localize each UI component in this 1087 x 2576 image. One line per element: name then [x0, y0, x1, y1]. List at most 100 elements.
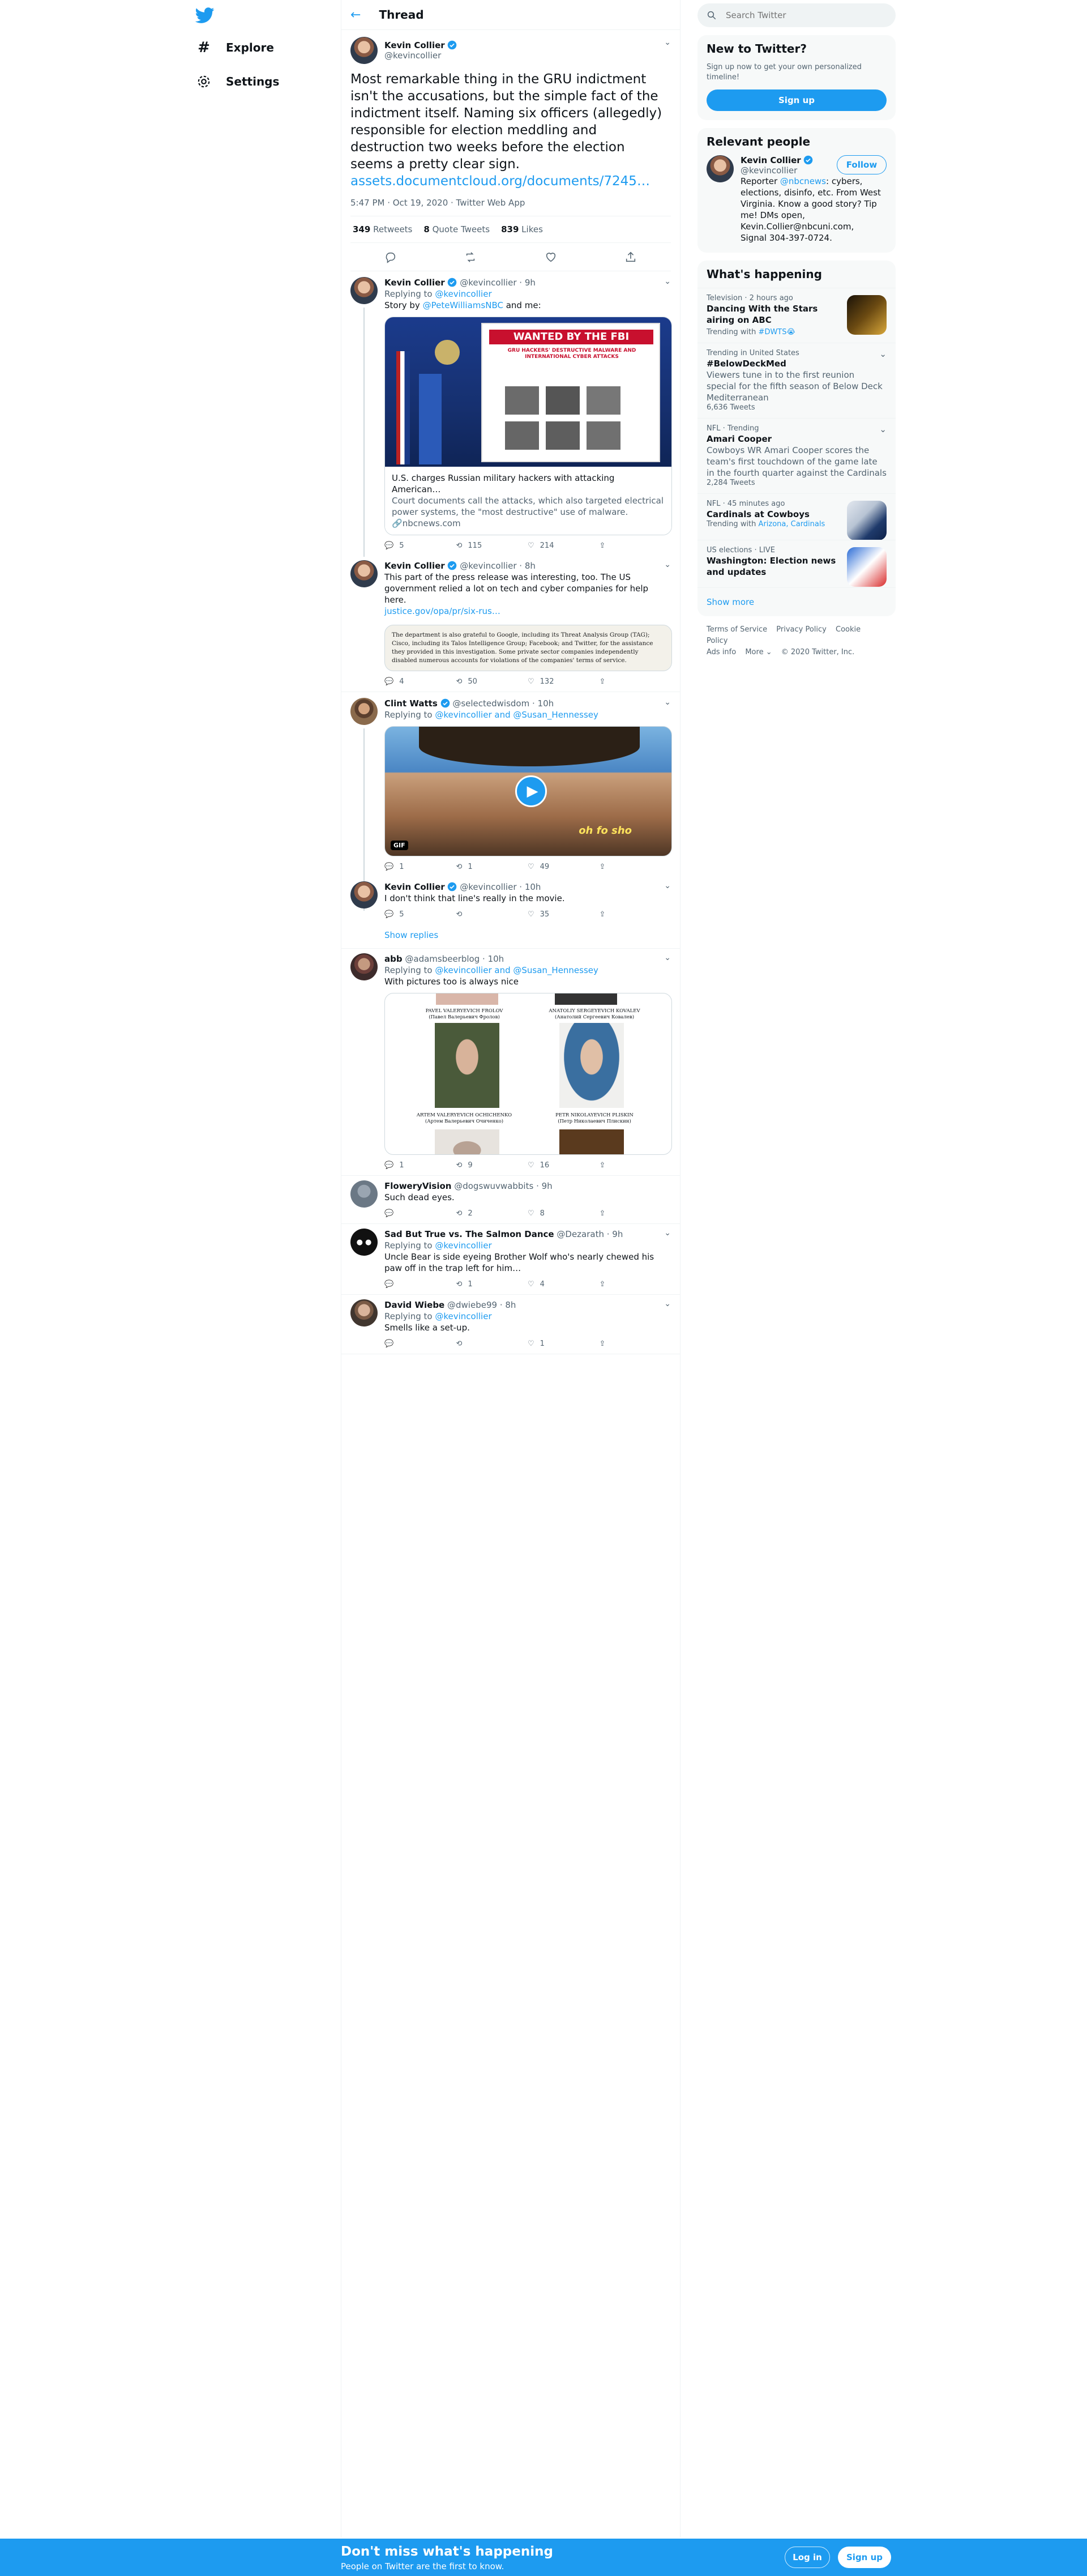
share-action[interactable]: ⇪: [600, 1340, 671, 1348]
footer-more-link[interactable]: More ⌄: [745, 648, 772, 656]
bio-mention[interactable]: @nbcnews: [780, 176, 826, 186]
reply-tweet[interactable]: ⌄ Kevin Collier @kevincollier · 8h This …: [341, 556, 680, 692]
author-handle[interactable]: @kevincollier: [384, 50, 457, 61]
chevron-down-icon[interactable]: ⌄: [664, 38, 671, 47]
chevron-down-icon[interactable]: ⌄: [664, 277, 671, 286]
like-action[interactable]: ♡ 4: [528, 1280, 600, 1289]
chevron-down-icon[interactable]: ⌄: [664, 698, 671, 707]
retweet-action[interactable]: ⟲ 50: [456, 677, 528, 686]
avatar[interactable]: [350, 1299, 378, 1327]
retweet-action[interactable]: ⟲: [456, 910, 528, 919]
share-action[interactable]: ⇪: [600, 1161, 671, 1170]
trend-item[interactable]: Television · 2 hours ago Dancing With th…: [697, 288, 896, 343]
show-more-link[interactable]: Show more: [697, 587, 896, 616]
reply-tweet[interactable]: FloweryVision @dogswuvwabbits · 9h Such …: [341, 1176, 680, 1224]
retweet-action[interactable]: ⟲ 1: [456, 1280, 528, 1289]
avatar[interactable]: [350, 881, 378, 909]
author-name[interactable]: Sad But True vs. The Salmon Dance: [384, 1229, 554, 1239]
share-action[interactable]: ⇪: [600, 863, 671, 871]
like-action[interactable]: ♡ 132: [528, 677, 600, 686]
tweet-time[interactable]: · 10h: [519, 882, 541, 892]
chevron-down-icon[interactable]: ⌄: [664, 1299, 671, 1308]
tweet-time[interactable]: · 9h: [519, 278, 536, 288]
reply-action[interactable]: 💬: [384, 1340, 456, 1348]
avatar[interactable]: [350, 560, 378, 587]
like-icon[interactable]: [545, 251, 557, 263]
chevron-down-icon[interactable]: ⌄: [879, 424, 887, 434]
reply-action[interactable]: 💬: [384, 1209, 456, 1218]
author-name[interactable]: abb: [384, 954, 403, 964]
retweet-icon[interactable]: [464, 251, 477, 263]
author-name[interactable]: David Wiebe: [384, 1300, 444, 1310]
tweet-time[interactable]: · 9h: [607, 1229, 623, 1239]
tweet-time[interactable]: · 8h: [519, 561, 536, 571]
reply-tweet[interactable]: ⌄ Kevin Collier @kevincollier · 10h I do…: [341, 877, 680, 924]
trend-item[interactable]: US elections · LIVE Washington: Election…: [697, 540, 896, 587]
trend-link[interactable]: #DWTS😭: [759, 328, 795, 336]
share-action[interactable]: ⇪: [600, 1209, 671, 1218]
retweet-action[interactable]: ⟲ 2: [456, 1209, 528, 1218]
author-handle[interactable]: @adamsbeerblog: [405, 954, 480, 964]
replying-to-link[interactable]: @kevincollier: [435, 1240, 491, 1251]
author-name[interactable]: Kevin Collier: [384, 278, 445, 288]
reply-tweet[interactable]: ⌄ Sad But True vs. The Salmon Dance @Dez…: [341, 1224, 680, 1295]
footer-privacy-link[interactable]: Privacy Policy: [776, 625, 827, 634]
avatar[interactable]: [350, 953, 378, 980]
signup-button[interactable]: Sign up: [838, 2547, 891, 2568]
tweet-link[interactable]: justice.gov/opa/pr/six-rus…: [384, 605, 671, 617]
author-handle[interactable]: @Dezarath: [557, 1229, 604, 1239]
replying-to-link[interactable]: @kevincollier and @Susan_Hennessey: [435, 710, 598, 720]
reply-action[interactable]: 💬 4: [384, 677, 456, 686]
retweet-action[interactable]: ⟲: [456, 1340, 528, 1348]
avatar[interactable]: [350, 1180, 378, 1208]
author-handle[interactable]: @kevincollier: [460, 561, 516, 571]
reply-tweet[interactable]: ⌄ Kevin Collier @kevincollier · 9h Reply…: [341, 271, 680, 557]
retweet-action[interactable]: ⟲ 1: [456, 863, 528, 871]
chevron-down-icon[interactable]: ⌄: [879, 349, 887, 359]
reply-action[interactable]: 💬 1: [384, 1161, 456, 1170]
author-name[interactable]: FloweryVision: [384, 1181, 451, 1191]
like-action[interactable]: ♡ 8: [528, 1209, 600, 1218]
back-arrow-icon[interactable]: ←: [350, 8, 361, 22]
reply-tweet[interactable]: ⌄ Clint Watts @selectedwisdom · 10h Repl…: [341, 692, 680, 911]
retweets-stat[interactable]: 349 Retweets: [353, 224, 412, 234]
reply-tweet[interactable]: ⌄ abb @adamsbeerblog · 10h Replying to @…: [341, 949, 680, 1176]
quote-image[interactable]: The department is also grateful to Googl…: [384, 625, 672, 671]
twitter-logo-icon[interactable]: [195, 6, 215, 25]
author-name[interactable]: Kevin Collier: [384, 882, 445, 892]
footer-ads-link[interactable]: Ads info: [707, 648, 736, 656]
tweet-time[interactable]: · 10h: [482, 954, 504, 964]
share-action[interactable]: ⇪: [600, 677, 671, 686]
share-icon[interactable]: [624, 251, 637, 263]
tweet-timestamp[interactable]: 5:47 PM · Oct 19, 2020 · Twitter Web App: [350, 198, 671, 208]
reply-tweet[interactable]: ⌄ David Wiebe @dwiebe99 · 8h Replying to…: [341, 1295, 680, 1354]
likes-stat[interactable]: 839 Likes: [501, 224, 543, 234]
gif-player[interactable]: ▶ GIF oh fo sho: [384, 726, 672, 856]
author-handle[interactable]: @dogswuvwabbits: [454, 1181, 533, 1191]
avatar[interactable]: [350, 37, 378, 64]
tweet-time[interactable]: · 9h: [536, 1181, 553, 1191]
like-action[interactable]: ♡ 214: [528, 541, 600, 550]
play-button[interactable]: ▶: [515, 775, 547, 807]
replying-to-link[interactable]: @kevincollier and @Susan_Hennessey: [435, 965, 598, 975]
author-handle[interactable]: @selectedwisdom: [452, 698, 529, 709]
chevron-down-icon[interactable]: ⌄: [664, 881, 671, 890]
person-name[interactable]: Kevin Collier: [741, 155, 801, 165]
replying-to-link[interactable]: @kevincollier: [435, 289, 491, 299]
avatar[interactable]: [350, 1229, 378, 1256]
login-button[interactable]: Log in: [785, 2547, 830, 2568]
author-name[interactable]: Kevin Collier: [384, 561, 445, 571]
author-name[interactable]: Kevin Collier: [384, 40, 445, 50]
link-card[interactable]: WANTED BY THE FBI GRU HACKERS' DESTRUCTI…: [384, 317, 672, 535]
search-box[interactable]: [697, 3, 896, 27]
nav-settings[interactable]: Settings: [196, 70, 279, 93]
share-action[interactable]: ⇪: [600, 541, 671, 550]
signup-button[interactable]: Sign up: [707, 89, 887, 111]
chevron-down-icon[interactable]: ⌄: [664, 560, 671, 569]
avatar[interactable]: [350, 277, 378, 304]
relevant-person[interactable]: Kevin Collier @kevincollier Reporter @nb…: [697, 155, 896, 253]
trend-link[interactable]: Arizona, Cardinals: [759, 520, 825, 528]
like-action[interactable]: ♡ 16: [528, 1161, 600, 1170]
nav-explore[interactable]: # Explore: [196, 36, 274, 59]
follow-button[interactable]: Follow: [837, 155, 887, 174]
